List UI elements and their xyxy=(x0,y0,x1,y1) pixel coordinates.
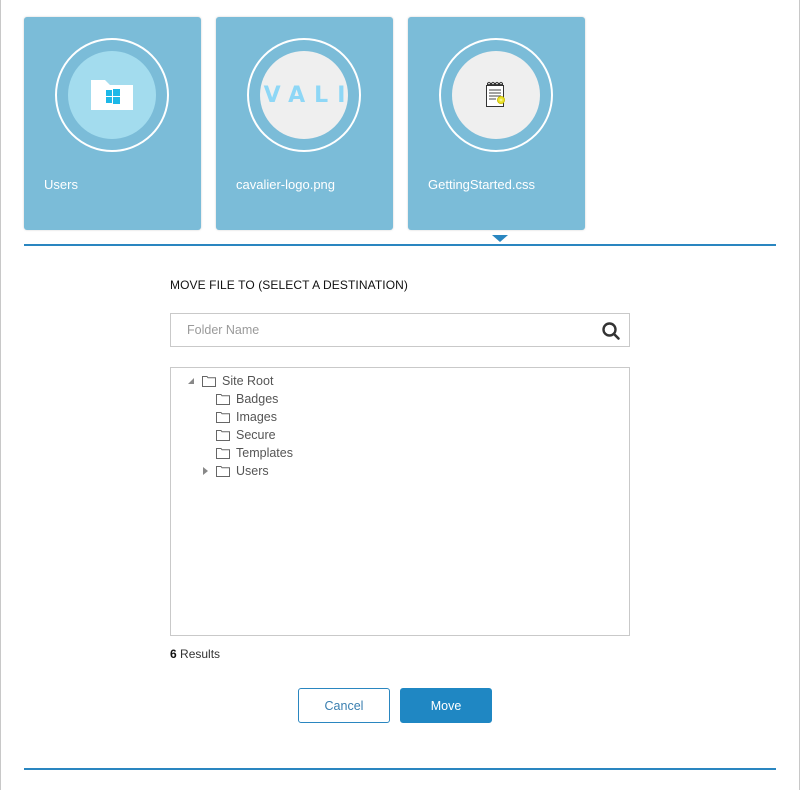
tile-thumbnail xyxy=(452,51,540,139)
tile-label: GettingStarted.css xyxy=(428,177,535,192)
folder-icon xyxy=(216,394,230,405)
cancel-button[interactable]: Cancel xyxy=(298,688,390,723)
tree-node-label: Images xyxy=(236,410,277,424)
file-tiles: Users VALI cavalier-logo.png GettingStar… xyxy=(24,17,585,230)
tree-node-templates[interactable]: Templates xyxy=(216,444,293,462)
tile-label: cavalier-logo.png xyxy=(236,177,336,192)
folder-icon xyxy=(216,412,230,423)
tile-gettingstarted-css[interactable]: GettingStarted.css xyxy=(408,17,585,230)
divider-top xyxy=(24,244,776,246)
folder-icon xyxy=(216,448,230,459)
folder-tree: Site Root Badges Images Secure Templates xyxy=(170,367,630,636)
tree-collapsed-icon[interactable] xyxy=(199,465,211,477)
tree-node-label: Site Root xyxy=(222,374,274,388)
tree-node-users[interactable]: Users xyxy=(199,462,269,480)
tree-node-label: Users xyxy=(236,464,269,478)
search-icon[interactable] xyxy=(601,321,621,341)
image-thumbnail: VALI xyxy=(260,51,348,139)
logo-thumbnail-text: VALI xyxy=(263,82,348,108)
tree-node-site-root[interactable]: Site Root xyxy=(185,372,273,390)
selected-tile-pointer-icon xyxy=(492,235,508,242)
move-button[interactable]: Move xyxy=(400,688,492,723)
folder-search-input[interactable] xyxy=(171,314,591,346)
folder-icon xyxy=(216,466,230,477)
tree-node-secure[interactable]: Secure xyxy=(216,426,276,444)
tile-users-folder[interactable]: Users xyxy=(24,17,201,230)
dialog-title: MOVE FILE TO (SELECT A DESTINATION) xyxy=(170,278,408,292)
results-number: 6 xyxy=(170,647,177,661)
notepad-certificate-icon xyxy=(486,81,505,107)
results-label: Results xyxy=(180,647,221,661)
divider-bottom xyxy=(24,768,776,770)
tile-cavalier-logo[interactable]: VALI cavalier-logo.png xyxy=(216,17,393,230)
tree-node-label: Secure xyxy=(236,428,276,442)
tree-node-images[interactable]: Images xyxy=(216,408,277,426)
tree-node-label: Templates xyxy=(236,446,293,460)
tile-thumbnail xyxy=(68,51,156,139)
folder-icon xyxy=(202,376,216,387)
folder-icon xyxy=(216,430,230,441)
windows-folder-icon xyxy=(91,80,133,110)
results-count: 6 Results xyxy=(170,647,220,661)
tree-node-label: Badges xyxy=(236,392,279,406)
tile-label: Users xyxy=(44,177,78,192)
folder-search xyxy=(170,313,630,347)
tree-node-badges[interactable]: Badges xyxy=(216,390,278,408)
tree-expanded-icon[interactable] xyxy=(185,375,197,387)
